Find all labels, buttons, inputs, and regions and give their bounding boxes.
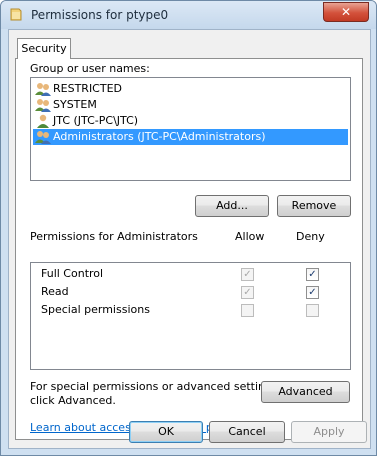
allow-checkbox[interactable]: ✓ (241, 268, 254, 281)
permission-name: Read (41, 285, 69, 298)
group-user-names-label: Group or user names: (30, 62, 150, 75)
permission-name: Full Control (41, 267, 104, 280)
list-item[interactable]: RESTRICTED (33, 81, 348, 97)
permission-row: Read ✓ ✓ (31, 283, 350, 301)
cancel-button[interactable]: Cancel (209, 421, 285, 443)
user-icon (37, 114, 49, 128)
close-icon: ✕ (340, 5, 352, 19)
permission-row: Full Control ✓ ✓ (31, 265, 350, 283)
folder-icon (10, 8, 22, 21)
deny-checkbox[interactable]: ✓ (306, 286, 319, 299)
user-name: SYSTEM (53, 98, 97, 111)
permission-row: Special permissions (31, 301, 350, 319)
title-bar[interactable]: Permissions for ptype0 ✕ (1, 1, 376, 29)
deny-checkbox[interactable]: ✓ (306, 268, 319, 281)
user-name: Administrators (JTC-PC\Administrators) (53, 130, 266, 143)
permissions-dialog: Permissions for ptype0 ✕ Security Group … (0, 0, 377, 456)
allow-checkbox[interactable]: ✓ (241, 286, 254, 299)
permissions-for-label: Permissions for Administrators (30, 230, 198, 243)
allow-column-header: Allow (235, 230, 265, 243)
group-icon (35, 99, 51, 112)
apply-button[interactable]: Apply (291, 421, 367, 443)
list-item[interactable]: JTC (JTC-PC\JTC) (33, 113, 348, 129)
advanced-info-line1: For special permissions or advanced sett… (30, 380, 282, 393)
group-icon (35, 131, 51, 144)
deny-column-header: Deny (296, 230, 325, 243)
security-tab-panel: Group or user names: RESTRICTED SYSTEM J… (15, 58, 363, 440)
ok-button[interactable]: OK (129, 421, 203, 443)
permission-name: Special permissions (41, 303, 150, 316)
user-name: RESTRICTED (53, 82, 123, 95)
advanced-info-line2: click Advanced. (30, 394, 116, 407)
window-title: Permissions for ptype0 (31, 8, 169, 22)
remove-button[interactable]: Remove (277, 195, 351, 217)
close-button[interactable]: ✕ (323, 2, 369, 22)
advanced-button[interactable]: Advanced (261, 381, 350, 403)
dialog-body: Security Group or user names: RESTRICTED (8, 29, 371, 449)
list-item-selected[interactable]: Administrators (JTC-PC\Administrators) (33, 129, 348, 145)
list-item[interactable]: SYSTEM (33, 97, 348, 113)
allow-checkbox[interactable] (241, 304, 254, 317)
user-name: JTC (JTC-PC\JTC) (53, 114, 139, 127)
add-button[interactable]: Add... (195, 195, 269, 217)
tab-security[interactable]: Security (17, 38, 71, 59)
users-listbox[interactable]: RESTRICTED SYSTEM JTC (JTC-PC\JTC) Admin… (30, 77, 351, 181)
deny-checkbox[interactable] (306, 304, 319, 317)
group-icon (35, 83, 51, 96)
permissions-list: Full Control ✓ ✓ Read ✓ ✓ Special permis… (30, 262, 351, 370)
